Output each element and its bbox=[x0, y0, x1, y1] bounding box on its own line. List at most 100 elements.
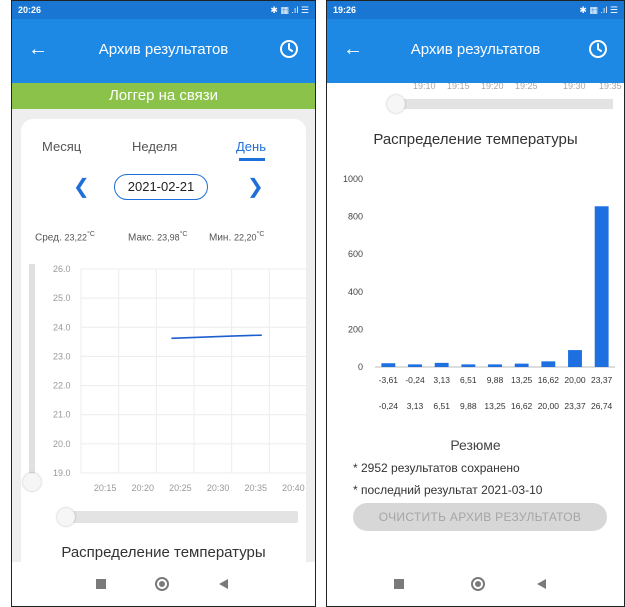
last-result-date: * последний результат 2021-03-10 bbox=[353, 483, 543, 497]
results-card: Месяц Неделя День ❮ 2021-02-21 ❯ Сред. 2… bbox=[21, 119, 307, 562]
distribution-title: Распределение температуры bbox=[61, 544, 266, 561]
horizontal-time-slider[interactable] bbox=[393, 99, 613, 109]
time-tick: 19:25 bbox=[515, 83, 538, 91]
phone-screen-right: 19:26 ✱ ▦ .ıl ☰ ← Архив результатов 19:1… bbox=[326, 0, 625, 607]
history-clock-icon[interactable] bbox=[588, 39, 608, 59]
y-tick-label: 19.0 bbox=[53, 468, 71, 478]
phone-screen-left: 20:26 ✱ ▦ .ıl ☰ ← Архив результатов Логг… bbox=[11, 0, 316, 607]
distribution-title: Распределение температуры bbox=[373, 131, 578, 148]
system-nav-bar bbox=[12, 562, 315, 606]
x-tick-label: 20:20 bbox=[132, 483, 155, 493]
histogram-bar bbox=[488, 364, 502, 367]
status-bar: 20:26 ✱ ▦ .ıl ☰ bbox=[12, 1, 315, 19]
temperature-histogram: 0 200 400 600 800 1000 -3,61 -0,24 -0,24 3,13 3,13… bbox=[343, 174, 615, 411]
bin-from-label: 16,62 bbox=[538, 375, 560, 385]
stat-min-label: Мин. bbox=[209, 232, 232, 244]
history-clock-icon[interactable] bbox=[279, 39, 299, 59]
tab-week[interactable]: Неделя bbox=[132, 139, 177, 154]
bin-to-label: 16,62 bbox=[511, 401, 533, 411]
x-tick-label: 20:30 bbox=[207, 483, 230, 493]
bin-to-label: 9,88 bbox=[460, 401, 477, 411]
histogram-bar bbox=[514, 363, 529, 367]
stat-unit: °C bbox=[256, 231, 265, 238]
bin-from-label: 23,37 bbox=[591, 375, 613, 385]
bin-to-label: 23,37 bbox=[564, 401, 586, 411]
content-area: Месяц Неделя День ❮ 2021-02-21 ❯ Сред. 2… bbox=[12, 109, 315, 562]
back-triangle-icon[interactable] bbox=[537, 579, 546, 589]
clear-archive-button[interactable]: ОЧИСТИТЬ АРХИВ РЕЗУЛЬТАТОВ bbox=[353, 503, 607, 531]
histogram-bar bbox=[541, 361, 556, 367]
previous-date-chevron-icon[interactable]: ❮ bbox=[73, 174, 90, 200]
recent-apps-icon[interactable] bbox=[394, 579, 404, 589]
content-area: 19:10 19:15 19:20 19:25 19:30 19:35 Расп… bbox=[327, 83, 624, 562]
y-tick-label: 200 bbox=[348, 324, 363, 334]
stat-unit: °C bbox=[179, 231, 188, 238]
bin-from-label: 3,13 bbox=[433, 375, 450, 385]
bin-from-label: 13,25 bbox=[511, 375, 533, 385]
bin-from-label: 20,00 bbox=[564, 375, 586, 385]
time-tick: 19:20 bbox=[481, 83, 504, 91]
next-date-chevron-icon[interactable]: ❯ bbox=[247, 174, 264, 200]
histogram-bar bbox=[434, 362, 449, 367]
time-tick: 19:15 bbox=[447, 83, 470, 91]
connection-banner: Логгер на связи bbox=[12, 83, 315, 109]
stat-average-value: 23,22 bbox=[64, 232, 88, 243]
stat-unit: °C bbox=[87, 231, 95, 238]
period-tabs: Месяц Неделя День bbox=[21, 139, 306, 161]
bin-from-label: 9,88 bbox=[487, 375, 504, 385]
back-triangle-icon[interactable] bbox=[219, 579, 228, 589]
bin-from-label: -0,24 bbox=[405, 375, 425, 385]
x-tick-label: 20:35 bbox=[245, 483, 268, 493]
y-tick-label: 21.0 bbox=[53, 410, 71, 420]
y-tick-label: 22.0 bbox=[53, 381, 71, 391]
home-icon[interactable] bbox=[155, 577, 169, 591]
histogram-bar bbox=[594, 206, 609, 367]
bin-to-label: 26,74 bbox=[591, 401, 613, 411]
tab-month[interactable]: Месяц bbox=[42, 139, 81, 154]
horizontal-time-slider[interactable] bbox=[66, 511, 298, 523]
temperature-line-chart: 19.0 20.0 21.0 22.0 23.0 24.0 25.0 26.0 20:15 20:… bbox=[53, 264, 307, 493]
y-tick-label: 23.0 bbox=[53, 351, 71, 361]
vertical-zoom-slider[interactable] bbox=[29, 264, 35, 479]
x-tick-label: 20:40 bbox=[282, 483, 305, 493]
active-tab-indicator bbox=[239, 158, 265, 161]
histogram-bar bbox=[408, 364, 422, 367]
page-title: Архив результатов bbox=[410, 41, 541, 58]
bin-to-label: 6,51 bbox=[433, 401, 450, 411]
x-tick-label: 20:25 bbox=[169, 483, 192, 493]
y-tick-label: 0 bbox=[358, 362, 363, 372]
bin-from-label: -3,61 bbox=[379, 375, 399, 385]
y-tick-label: 600 bbox=[348, 249, 363, 259]
system-nav-bar bbox=[327, 562, 624, 606]
y-tick-label: 24.0 bbox=[53, 322, 71, 332]
recent-apps-icon[interactable] bbox=[96, 579, 106, 589]
page-title: Архив результатов bbox=[98, 41, 229, 58]
date-picker[interactable]: 2021-02-21 bbox=[114, 174, 208, 200]
time-tick: 19:10 bbox=[413, 83, 436, 91]
stat-max-label: Макс. bbox=[128, 232, 155, 244]
status-bar: 19:26 ✱ ▦ .ıl ☰ bbox=[327, 1, 624, 19]
y-tick-label: 26.0 bbox=[53, 264, 71, 274]
horizontal-slider-thumb[interactable] bbox=[387, 95, 405, 113]
y-tick-label: 25.0 bbox=[53, 293, 71, 303]
bin-to-label: 3,13 bbox=[407, 401, 424, 411]
stat-average-label: Сред. bbox=[35, 232, 62, 244]
y-tick-label: 1000 bbox=[343, 174, 363, 184]
series-line bbox=[171, 334, 262, 340]
stat-max: Макс. 23,98°C bbox=[128, 231, 187, 243]
stat-average: Сред. 23,22°C bbox=[35, 231, 95, 243]
status-icons: ✱ ▦ .ıl ☰ bbox=[579, 5, 618, 15]
stat-max-value: 23,98 bbox=[157, 232, 180, 243]
bin-to-label: -0,24 bbox=[379, 401, 399, 411]
y-tick-label: 800 bbox=[348, 212, 363, 222]
status-icons: ✱ ▦ .ıl ☰ bbox=[270, 5, 309, 15]
status-time: 20:26 bbox=[18, 5, 42, 15]
tab-day[interactable]: День bbox=[236, 139, 266, 154]
app-bar: ← Архив результатов bbox=[327, 19, 624, 83]
bin-to-label: 20,00 bbox=[538, 401, 560, 411]
home-icon[interactable] bbox=[471, 577, 485, 591]
x-tick-label: 20:15 bbox=[94, 483, 117, 493]
horizontal-slider-thumb[interactable] bbox=[57, 508, 75, 526]
histogram-bar bbox=[381, 363, 396, 367]
time-tick: 19:30 bbox=[563, 83, 586, 91]
